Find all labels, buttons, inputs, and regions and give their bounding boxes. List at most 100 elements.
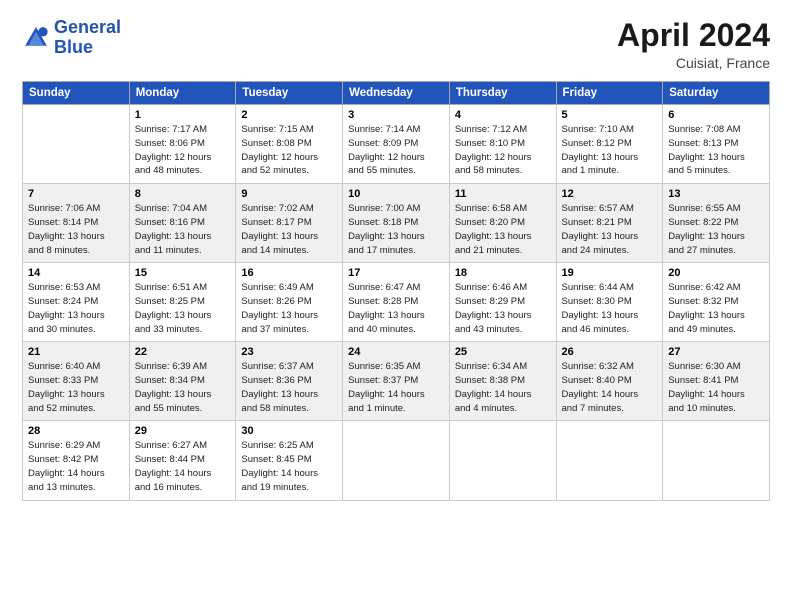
logo: General Blue [22, 18, 121, 58]
day-cell: 21 Sunrise: 6:40 AM Sunset: 8:33 PM Dayli… [23, 342, 130, 421]
day-cell: 25Sunrise: 6:34 AM Sunset: 8:38 PM Dayli… [449, 342, 556, 421]
cell-content: Sunrise: 7:06 AM Sunset: 8:14 PM Dayligh… [28, 202, 124, 257]
header-row: SundayMondayTuesdayWednesdayThursdayFrid… [23, 82, 770, 105]
day-number: 26 [562, 346, 658, 358]
cell-content: Sunrise: 7:12 AM Sunset: 8:10 PM Dayligh… [455, 123, 551, 178]
col-header-sunday: Sunday [23, 82, 130, 105]
logo-general: General [54, 17, 121, 37]
day-number: 13 [668, 188, 764, 200]
cell-content: Sunrise: 6:55 AM Sunset: 8:22 PM Dayligh… [668, 202, 764, 257]
day-number: 19 [562, 267, 658, 279]
week-row-2: 7Sunrise: 7:06 AM Sunset: 8:14 PM Daylig… [23, 184, 770, 263]
cell-content: Sunrise: 7:10 AM Sunset: 8:12 PM Dayligh… [562, 123, 658, 178]
col-header-monday: Monday [129, 82, 236, 105]
day-cell: 23 Sunrise: 6:37 AM Sunset: 8:36 PM Dayli… [236, 342, 343, 421]
day-number: 14 [28, 267, 124, 279]
day-cell: 22 Sunrise: 6:39 AM Sunset: 8:34 PM Dayli… [129, 342, 236, 421]
cell-content: Sunrise: 7:17 AM Sunset: 8:06 PM Dayligh… [135, 123, 231, 178]
day-number: 24 [348, 346, 444, 358]
logo-blue: Blue [54, 37, 93, 57]
day-cell: 1 Sunrise: 7:17 AM Sunset: 8:06 PM Daylig… [129, 105, 236, 184]
cell-content: Sunrise: 7:02 AM Sunset: 8:17 PM Dayligh… [241, 202, 337, 257]
day-number: 28 [28, 425, 124, 437]
page: General Blue April 2024 Cuisiat, France … [0, 0, 792, 612]
day-number: 5 [562, 109, 658, 121]
day-number: 21 [28, 346, 124, 358]
cell-content: Sunrise: 6:30 AM Sunset: 8:41 PM Dayligh… [668, 360, 764, 415]
day-number: 18 [455, 267, 551, 279]
cell-content: Sunrise: 6:53 AM Sunset: 8:24 PM Dayligh… [28, 281, 124, 336]
day-cell: 5 Sunrise: 7:10 AM Sunset: 8:12 PM Daylig… [556, 105, 663, 184]
day-cell: 28 Sunrise: 6:29 AM Sunset: 8:42 PM Dayli… [23, 421, 130, 500]
day-cell: 20 Sunrise: 6:42 AM Sunset: 8:32 PM Dayli… [663, 263, 770, 342]
day-cell: 19Sunrise: 6:44 AM Sunset: 8:30 PM Dayli… [556, 263, 663, 342]
day-cell: 10 Sunrise: 7:00 AM Sunset: 8:18 PM Dayli… [343, 184, 450, 263]
day-number: 17 [348, 267, 444, 279]
cell-content: Sunrise: 6:40 AM Sunset: 8:33 PM Dayligh… [28, 360, 124, 415]
calendar-table: SundayMondayTuesdayWednesdayThursdayFrid… [22, 81, 770, 500]
col-header-friday: Friday [556, 82, 663, 105]
month-title: April 2024 [617, 18, 770, 53]
cell-content: Sunrise: 7:04 AM Sunset: 8:16 PM Dayligh… [135, 202, 231, 257]
day-number: 4 [455, 109, 551, 121]
cell-content: Sunrise: 6:51 AM Sunset: 8:25 PM Dayligh… [135, 281, 231, 336]
cell-content: Sunrise: 7:15 AM Sunset: 8:08 PM Dayligh… [241, 123, 337, 178]
week-row-4: 21 Sunrise: 6:40 AM Sunset: 8:33 PM Dayli… [23, 342, 770, 421]
logo-icon [22, 24, 50, 52]
day-cell [556, 421, 663, 500]
day-number: 10 [348, 188, 444, 200]
col-header-tuesday: Tuesday [236, 82, 343, 105]
col-header-saturday: Saturday [663, 82, 770, 105]
cell-content: Sunrise: 6:42 AM Sunset: 8:32 PM Dayligh… [668, 281, 764, 336]
cell-content: Sunrise: 6:49 AM Sunset: 8:26 PM Dayligh… [241, 281, 337, 336]
day-cell: 27 Sunrise: 6:30 AM Sunset: 8:41 PM Dayli… [663, 342, 770, 421]
day-cell: 17Sunrise: 6:47 AM Sunset: 8:28 PM Dayli… [343, 263, 450, 342]
day-number: 2 [241, 109, 337, 121]
day-cell: 13 Sunrise: 6:55 AM Sunset: 8:22 PM Dayli… [663, 184, 770, 263]
cell-content: Sunrise: 6:35 AM Sunset: 8:37 PM Dayligh… [348, 360, 444, 415]
day-number: 27 [668, 346, 764, 358]
cell-content: Sunrise: 6:57 AM Sunset: 8:21 PM Dayligh… [562, 202, 658, 257]
location: Cuisiat, France [617, 55, 770, 71]
cell-content: Sunrise: 6:37 AM Sunset: 8:36 PM Dayligh… [241, 360, 337, 415]
day-cell: 2 Sunrise: 7:15 AM Sunset: 8:08 PM Daylig… [236, 105, 343, 184]
day-number: 23 [241, 346, 337, 358]
day-number: 11 [455, 188, 551, 200]
day-cell: 4 Sunrise: 7:12 AM Sunset: 8:10 PM Daylig… [449, 105, 556, 184]
day-cell [663, 421, 770, 500]
day-cell [343, 421, 450, 500]
day-cell: 30Sunrise: 6:25 AM Sunset: 8:45 PM Dayli… [236, 421, 343, 500]
cell-content: Sunrise: 6:29 AM Sunset: 8:42 PM Dayligh… [28, 439, 124, 494]
header: General Blue April 2024 Cuisiat, France [22, 18, 770, 71]
day-number: 8 [135, 188, 231, 200]
title-block: April 2024 Cuisiat, France [617, 18, 770, 71]
day-cell: 7Sunrise: 7:06 AM Sunset: 8:14 PM Daylig… [23, 184, 130, 263]
day-cell: 26 Sunrise: 6:32 AM Sunset: 8:40 PM Dayli… [556, 342, 663, 421]
day-cell: 12Sunrise: 6:57 AM Sunset: 8:21 PM Dayli… [556, 184, 663, 263]
cell-content: Sunrise: 6:39 AM Sunset: 8:34 PM Dayligh… [135, 360, 231, 415]
day-cell: 18Sunrise: 6:46 AM Sunset: 8:29 PM Dayli… [449, 263, 556, 342]
cell-content: Sunrise: 7:00 AM Sunset: 8:18 PM Dayligh… [348, 202, 444, 257]
cell-content: Sunrise: 6:32 AM Sunset: 8:40 PM Dayligh… [562, 360, 658, 415]
cell-content: Sunrise: 6:34 AM Sunset: 8:38 PM Dayligh… [455, 360, 551, 415]
day-number: 15 [135, 267, 231, 279]
day-cell: 24 Sunrise: 6:35 AM Sunset: 8:37 PM Dayli… [343, 342, 450, 421]
day-number: 16 [241, 267, 337, 279]
day-number: 30 [241, 425, 337, 437]
day-cell: 15 Sunrise: 6:51 AM Sunset: 8:25 PM Dayli… [129, 263, 236, 342]
day-number: 22 [135, 346, 231, 358]
day-number: 3 [348, 109, 444, 121]
col-header-wednesday: Wednesday [343, 82, 450, 105]
cell-content: Sunrise: 7:14 AM Sunset: 8:09 PM Dayligh… [348, 123, 444, 178]
day-cell [23, 105, 130, 184]
day-number: 20 [668, 267, 764, 279]
day-cell: 3 Sunrise: 7:14 AM Sunset: 8:09 PM Daylig… [343, 105, 450, 184]
cell-content: Sunrise: 7:08 AM Sunset: 8:13 PM Dayligh… [668, 123, 764, 178]
day-cell: 6Sunrise: 7:08 AM Sunset: 8:13 PM Daylig… [663, 105, 770, 184]
day-cell: 9Sunrise: 7:02 AM Sunset: 8:17 PM Daylig… [236, 184, 343, 263]
logo-text: General Blue [54, 18, 121, 58]
col-header-thursday: Thursday [449, 82, 556, 105]
week-row-3: 14 Sunrise: 6:53 AM Sunset: 8:24 PM Dayli… [23, 263, 770, 342]
day-number: 1 [135, 109, 231, 121]
day-cell: 16 Sunrise: 6:49 AM Sunset: 8:26 PM Dayli… [236, 263, 343, 342]
